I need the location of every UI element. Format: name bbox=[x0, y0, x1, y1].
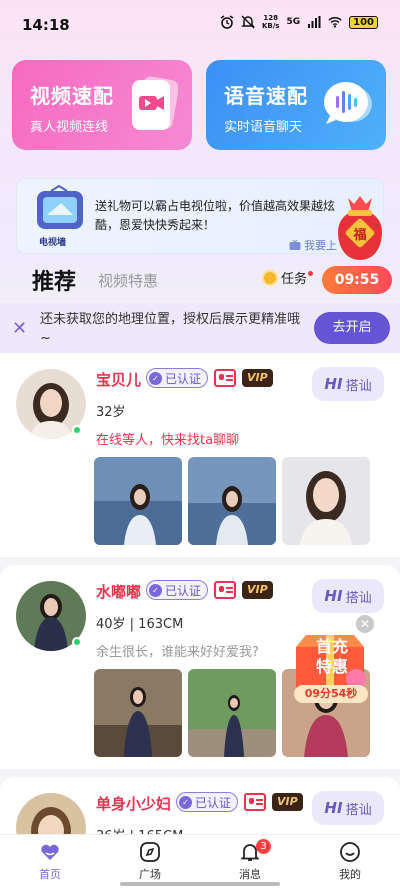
greet-hi: HI bbox=[324, 799, 343, 817]
id-card-icon bbox=[214, 581, 237, 599]
user-photo[interactable] bbox=[282, 457, 370, 545]
net-speed: 128 KB/s bbox=[261, 14, 280, 30]
greet-label: 搭讪 bbox=[345, 378, 372, 394]
video-match-subtitle: 真人视频连线 bbox=[30, 120, 109, 135]
user-name: 宝贝儿 bbox=[96, 371, 142, 389]
voice-match-card[interactable]: 语音速配 实时语音聊天 bbox=[206, 60, 386, 150]
bottom-nav: 首页 广场 消息 3 我的 bbox=[0, 834, 400, 889]
status-bar: 14:18 128 KB/s 5G 100 bbox=[0, 0, 400, 48]
voice-bubble-icon bbox=[324, 82, 372, 124]
tv-wall-logo-text: 电视墙 bbox=[39, 238, 67, 248]
user-desc: 在线等人，快来找ta聊聊 bbox=[96, 433, 240, 448]
online-dot bbox=[72, 425, 82, 435]
online-dot bbox=[72, 637, 82, 647]
nav-home[interactable]: 首页 bbox=[0, 835, 100, 889]
mute-bell-icon bbox=[241, 15, 255, 29]
signal-icon bbox=[308, 16, 321, 28]
video-camera-icon bbox=[132, 76, 178, 130]
user-photo[interactable] bbox=[188, 457, 276, 545]
nav-label: 我的 bbox=[339, 868, 361, 881]
user-card[interactable]: 单身小少妇 ✓已认证 VIP HI 搭讪 36岁 | 165CM bbox=[0, 777, 400, 863]
svg-text:福: 福 bbox=[352, 227, 366, 243]
task-label: 任务 bbox=[281, 272, 308, 287]
greet-button[interactable]: HI 搭讪 bbox=[312, 367, 384, 401]
nav-label: 首页 bbox=[39, 868, 61, 881]
heart-home-icon bbox=[41, 844, 59, 860]
smile-icon bbox=[340, 842, 360, 862]
video-match-card[interactable]: 视频速配 真人视频连线 bbox=[12, 60, 192, 150]
user-badges: ✓ 已认证 VIP bbox=[176, 792, 303, 812]
user-badges: ✓ 已认证 VIP bbox=[146, 580, 273, 600]
shield-icon: ✓ bbox=[179, 795, 192, 809]
greet-button[interactable]: HI 搭讪 bbox=[312, 791, 384, 825]
voice-match-title: 语音速配 bbox=[224, 84, 308, 108]
photo-row bbox=[94, 457, 370, 545]
vip-badge: VIP bbox=[272, 793, 303, 811]
nav-messages[interactable]: 消息 3 bbox=[200, 835, 300, 889]
user-card[interactable]: 宝贝儿 ✓ 已认证 VIP HI 搭讪 32岁 在线等人，快来找ta聊聊 bbox=[0, 353, 400, 557]
alarm-icon bbox=[220, 15, 234, 29]
nav-label: 消息 bbox=[239, 868, 261, 881]
battery-indicator: 100 bbox=[349, 15, 378, 29]
vip-badge: VIP bbox=[242, 581, 273, 599]
greet-label: 搭讪 bbox=[345, 590, 372, 606]
verified-badge: ✓ 已认证 bbox=[146, 580, 209, 600]
coin-icon bbox=[262, 269, 278, 286]
promo-countdown: 09分54秒 bbox=[294, 685, 368, 703]
tv-wall-message: 送礼物可以霸占电视位啦，价值越高效果越炫酷，恩爱快快秀起来！ bbox=[95, 199, 336, 232]
shield-icon: ✓ bbox=[149, 371, 162, 385]
user-meta: 40岁 | 163CM bbox=[96, 617, 184, 632]
user-desc: 余生很长，谁能来好好爱我? bbox=[96, 645, 259, 660]
shield-icon: ✓ bbox=[149, 583, 162, 597]
tab-video-deals[interactable]: 视频特惠 bbox=[98, 270, 158, 291]
task-dot bbox=[308, 271, 314, 276]
status-icons: 128 KB/s 5G 100 bbox=[220, 14, 378, 30]
compass-icon bbox=[140, 842, 160, 862]
status-time: 14:18 bbox=[22, 16, 70, 34]
user-name: 单身小少妇 bbox=[96, 795, 172, 813]
task-button[interactable]: 任务 bbox=[262, 268, 314, 287]
user-meta: 32岁 bbox=[96, 405, 126, 420]
user-badges: ✓ 已认证 VIP bbox=[146, 368, 273, 388]
vip-badge: VIP bbox=[242, 369, 273, 387]
user-photo[interactable] bbox=[188, 669, 276, 757]
feed-tabs: 推荐 视频特惠 任务 09:55 bbox=[0, 262, 400, 302]
greet-label: 搭讪 bbox=[345, 802, 372, 818]
tab-recommend[interactable]: 推荐 bbox=[32, 264, 76, 296]
message-count-badge: 3 bbox=[256, 839, 271, 854]
close-icon[interactable]: ✕ bbox=[356, 615, 374, 633]
lucky-bag-icon[interactable]: 福 bbox=[330, 192, 390, 264]
greet-hi: HI bbox=[324, 375, 343, 393]
tv-wall-banner[interactable]: 电视墙 送礼物可以霸占电视位啦，价值越高效果越炫酷，恩爱快快秀起来！ 我要上 bbox=[16, 178, 384, 254]
id-card-icon bbox=[244, 793, 267, 811]
user-photo[interactable] bbox=[94, 457, 182, 545]
verified-badge: ✓ 已认证 bbox=[176, 792, 239, 812]
enable-location-button[interactable]: 去开启 bbox=[314, 312, 390, 344]
home-indicator bbox=[120, 882, 280, 886]
wifi-icon bbox=[328, 17, 342, 28]
user-photo[interactable] bbox=[94, 669, 182, 757]
verified-badge: ✓ 已认证 bbox=[146, 368, 209, 388]
first-recharge-promo[interactable]: 首充 特惠 09分54秒 ✕ bbox=[288, 615, 378, 707]
location-message: 还未获取您的地理位置，授权后展示更精准哦~ bbox=[40, 312, 301, 346]
signal-label: 5G bbox=[286, 17, 301, 27]
tv-icon bbox=[289, 239, 301, 250]
greet-hi: HI bbox=[324, 587, 343, 605]
nav-label: 广场 bbox=[139, 868, 161, 881]
nav-profile[interactable]: 我的 bbox=[300, 835, 400, 889]
location-permission-bar: ✕ 还未获取您的地理位置，授权后展示更精准哦~ 去开启 bbox=[0, 303, 400, 353]
nav-square[interactable]: 广场 bbox=[100, 835, 200, 889]
greet-button[interactable]: HI 搭讪 bbox=[312, 579, 384, 613]
user-name: 水嘟嘟 bbox=[96, 583, 142, 601]
close-icon[interactable]: ✕ bbox=[12, 318, 27, 339]
video-match-title: 视频速配 bbox=[30, 84, 114, 108]
id-card-icon bbox=[214, 369, 237, 387]
countdown-timer[interactable]: 09:55 bbox=[322, 266, 392, 294]
promo-line2: 特惠 bbox=[315, 657, 348, 676]
voice-match-subtitle: 实时语音聊天 bbox=[224, 120, 303, 135]
